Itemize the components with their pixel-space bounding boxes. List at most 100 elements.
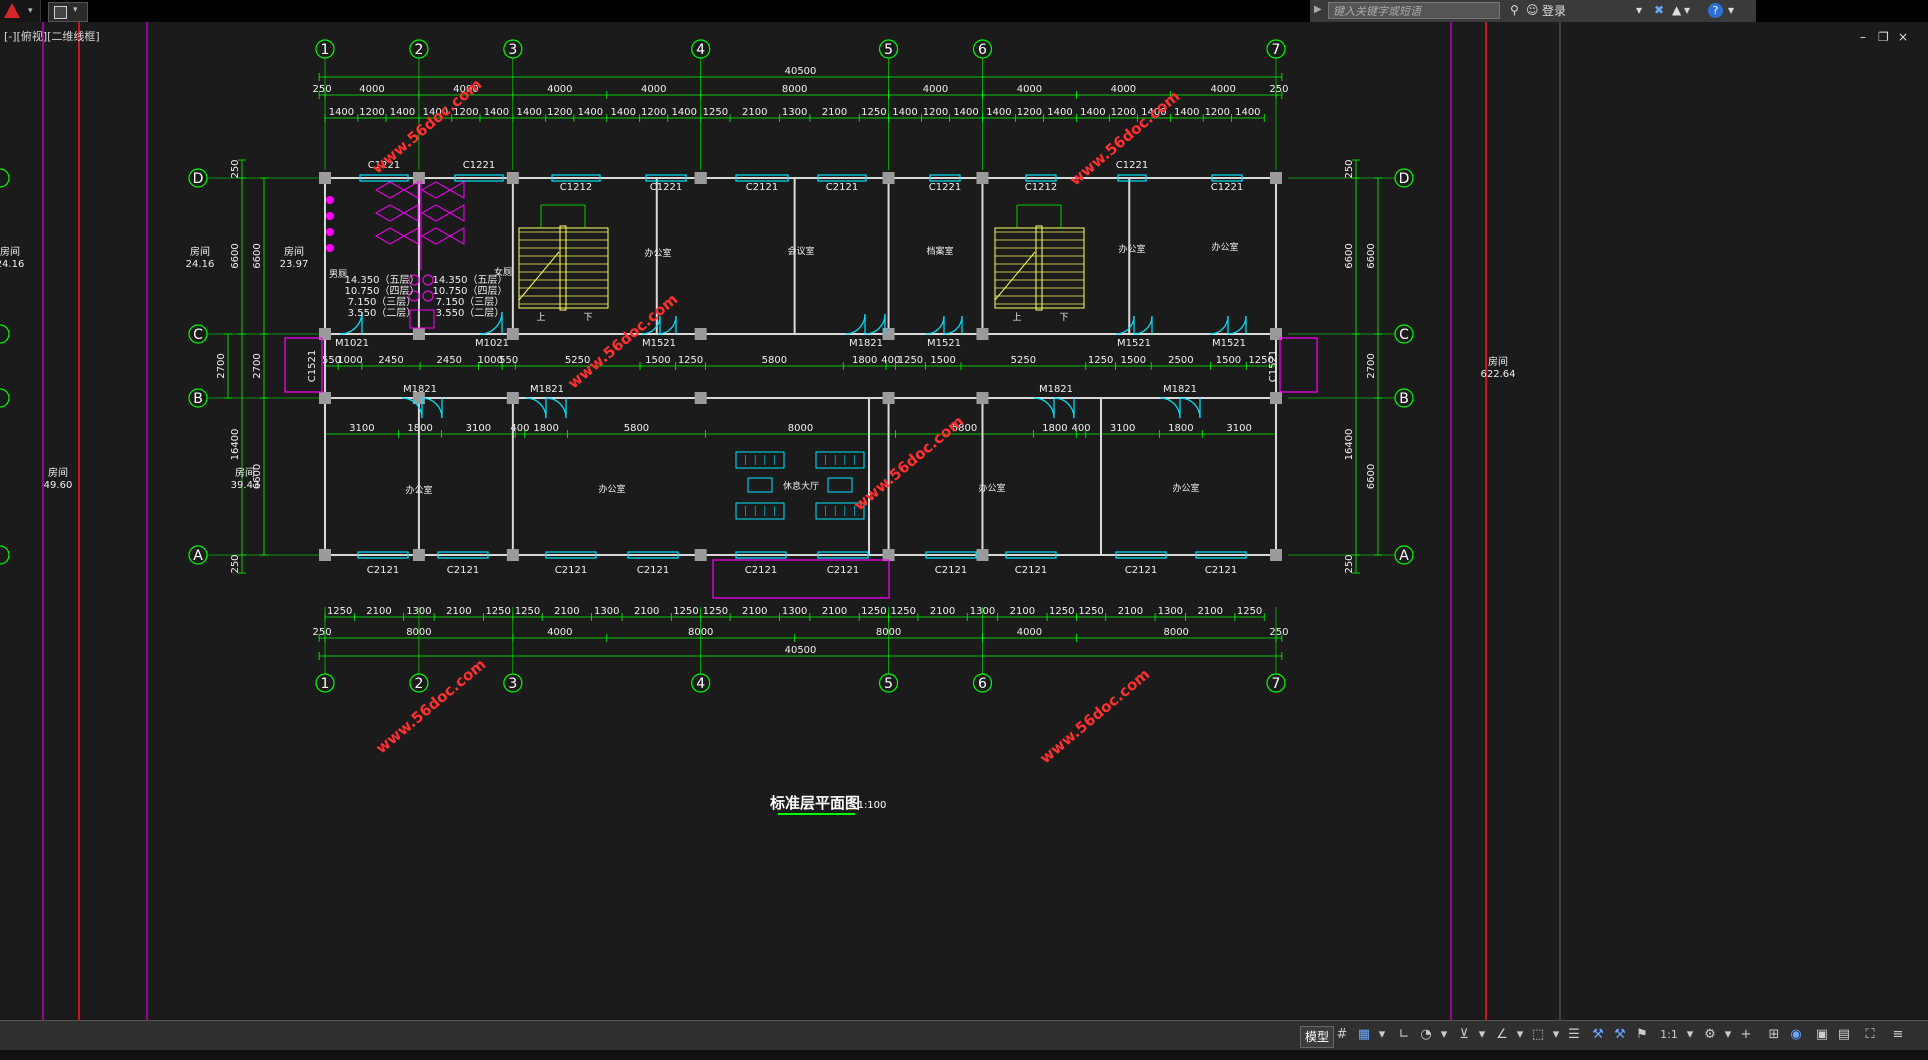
axis-label: C <box>1399 327 1409 343</box>
room-label: 办公室 <box>1211 241 1238 253</box>
fullscreen-icon[interactable]: ⛶ <box>1862 1027 1878 1043</box>
binoculars-icon[interactable]: ⚲ <box>1510 3 1519 18</box>
floor-level-note: 7.150（三层） <box>348 296 417 308</box>
chevron-down-icon[interactable]: ▾ <box>1720 1027 1736 1043</box>
dim-sub-bottom-label: 1300 <box>782 606 807 617</box>
dim-right-inner-label: 2700 <box>1366 353 1377 378</box>
restore-icon[interactable]: ❐ <box>1878 30 1889 44</box>
column <box>412 172 425 184</box>
lineweight-icon[interactable]: ☰ <box>1566 1027 1582 1043</box>
door-m1821 <box>1033 397 1055 419</box>
scale-selector[interactable]: 1:1 <box>1656 1027 1682 1043</box>
dim-sub-bottom-label: 2100 <box>930 606 955 617</box>
dim-bay-top-label: 4000 <box>641 84 666 95</box>
axis-label: 4 <box>696 42 705 58</box>
polar-icon[interactable]: ◔ <box>1418 1027 1434 1043</box>
chevron-down-icon[interactable]: ▾ <box>1474 1027 1490 1043</box>
dim-left-inner-label: 2700 <box>252 353 263 378</box>
area-label-name: 房间 <box>48 466 68 479</box>
dim-sub-top-label: 1200 <box>1111 107 1136 118</box>
column <box>882 172 895 184</box>
selection-icon[interactable]: ⬚ <box>1530 1027 1546 1043</box>
triangle-icon[interactable]: ▲ <box>1672 3 1681 18</box>
axis-label: C <box>193 327 203 343</box>
snap-icon[interactable]: ▦ <box>1356 1027 1372 1043</box>
angle-icon[interactable]: ∠ <box>1494 1027 1510 1043</box>
dim-bay-bottom-label: 8000 <box>1163 627 1188 638</box>
dim-corridor-bottom-label: 3100 <box>1110 423 1135 434</box>
chevron-down-icon[interactable]: ▾ <box>1636 3 1642 18</box>
close-icon[interactable]: × <box>1898 30 1908 44</box>
room-label: 档案室 <box>926 245 953 257</box>
user-icon[interactable]: ☺ <box>1526 3 1539 18</box>
door-m1521 <box>943 315 963 335</box>
axis-label: 3 <box>508 42 517 58</box>
dim-bay-bottom-label: 4000 <box>547 627 572 638</box>
watermark-text: www.56doc.com <box>372 655 489 757</box>
clean-screen-icon[interactable]: ▤ <box>1836 1027 1852 1043</box>
area-label-value: 23.97 <box>280 259 309 270</box>
door-m1821 <box>1053 397 1075 419</box>
drawing-canvas[interactable]: 1 1 2 2 3 3 4 4 5 5 6 6 7 7 D D C C B B A A 40500 40500 250 4000 4… <box>0 22 1928 1020</box>
isolate-icon[interactable]: ◉ <box>1788 1027 1804 1043</box>
grid-icon[interactable]: # <box>1334 1027 1350 1043</box>
customize-menu-icon[interactable]: ≡ <box>1890 1027 1906 1043</box>
annotation-scale-icon[interactable]: ⚒ <box>1590 1027 1606 1043</box>
axis-label: 5 <box>884 42 893 58</box>
axis-label: B <box>193 391 203 407</box>
dim-sub-top-label: 1400 <box>892 107 917 118</box>
dim-sub-bottom-label: 2100 <box>742 606 767 617</box>
stair-label: 下 <box>1059 313 1068 323</box>
chevron-down-icon[interactable]: ▾ <box>1682 1027 1698 1043</box>
dim-corridor-bottom-label: 3100 <box>349 423 374 434</box>
chevron-down-icon[interactable]: ▾ <box>1436 1027 1452 1043</box>
chevron-down-icon: ▾ <box>28 6 33 16</box>
toilet-stall <box>420 181 465 199</box>
floor-level-note: 7.150（三层） <box>436 296 505 308</box>
model-tab[interactable]: 模型 <box>1300 1026 1335 1048</box>
ortho-icon[interactable]: ∟ <box>1396 1027 1412 1043</box>
dim-sub-top-label: 1300 <box>782 107 807 118</box>
expand-arrow-icon[interactable]: ▶ <box>1314 4 1322 15</box>
exchange-icon[interactable]: ✖ <box>1654 3 1664 18</box>
room-label: 办公室 <box>405 484 432 496</box>
dim-total-bottom-label: 40500 <box>785 645 817 656</box>
chevron-down-icon[interactable]: ▾ <box>1684 3 1690 18</box>
urinal-icon <box>326 244 334 252</box>
dim-sub-bottom-label: 1250 <box>515 606 540 617</box>
viewport-label[interactable]: [-][俯视][二维线框] <box>4 28 100 44</box>
quick-access-toolbar[interactable]: ▾ <box>48 2 88 22</box>
dim-left-outer-label: 250 <box>230 554 241 573</box>
hardware-acceleration-icon[interactable]: ▣ <box>1814 1027 1830 1043</box>
osnap-icon[interactable]: ⊻ <box>1456 1027 1472 1043</box>
area-label-value: 622.64 <box>1481 369 1516 380</box>
plus-icon[interactable]: + <box>1738 1027 1754 1043</box>
window-label: C1212 <box>560 182 592 193</box>
tea-table-icon <box>747 477 773 493</box>
help-icon[interactable]: ? <box>1708 3 1723 18</box>
column <box>1270 549 1282 561</box>
dim-sub-bottom-label: 1300 <box>1158 606 1183 617</box>
login-button[interactable]: 登录 <box>1542 0 1566 22</box>
chevron-down-icon[interactable]: ▾ <box>1728 3 1734 18</box>
chevron-down-icon[interactable]: ▾ <box>1374 1027 1390 1043</box>
room-label: 办公室 <box>598 483 625 495</box>
search-input[interactable]: 键入关键字或短语 <box>1328 2 1500 19</box>
annotation-visibility-icon[interactable]: ⚒ <box>1612 1027 1628 1043</box>
axis-bubble-partial <box>0 388 10 408</box>
dim-sub-top-label: 1400 <box>986 107 1011 118</box>
dim-sub-bottom-label: 1300 <box>970 606 995 617</box>
area-label-value: 24.16 <box>186 259 215 270</box>
annotation-icon[interactable]: ⚑ <box>1634 1027 1650 1043</box>
chevron-down-icon[interactable]: ▾ <box>1512 1027 1528 1043</box>
floor-level-note: 10.750（四层） <box>345 285 420 297</box>
minimize-icon[interactable]: – <box>1860 30 1866 44</box>
chevron-down-icon[interactable]: ▾ <box>1548 1027 1564 1043</box>
units-icon[interactable]: ⊞ <box>1766 1027 1782 1043</box>
column <box>412 328 425 340</box>
application-menu-button[interactable]: ▾ <box>0 0 41 22</box>
dim-bay-top-label: 4000 <box>547 84 572 95</box>
gear-icon[interactable]: ⚙ <box>1702 1027 1718 1043</box>
dim-bay-bottom-label: 250 <box>313 627 332 638</box>
side-window-label: C1521 <box>307 350 318 382</box>
